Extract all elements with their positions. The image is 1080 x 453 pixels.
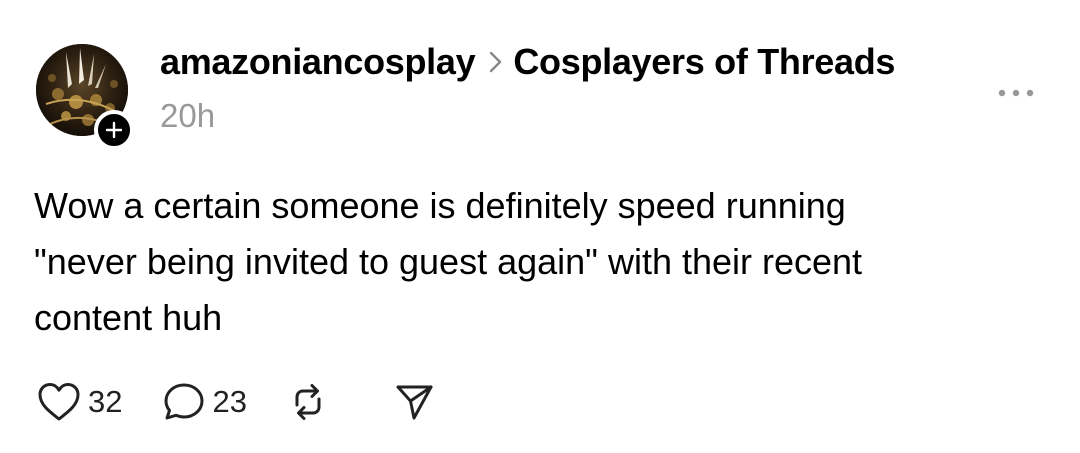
post-header: amazoniancosplay Cosplayers of Threads xyxy=(160,40,895,84)
follow-button[interactable] xyxy=(94,110,134,150)
send-icon xyxy=(393,381,435,423)
repost-icon xyxy=(287,381,329,423)
more-options-button[interactable] xyxy=(994,82,1038,104)
post-timestamp: 20h xyxy=(160,97,216,134)
post-text-line: Wow a certain someone is definitely spee… xyxy=(34,185,846,226)
thread-post: amazoniancosplay Cosplayers of Threads 2… xyxy=(0,0,1080,453)
chevron-right-icon xyxy=(489,50,503,74)
plus-icon xyxy=(105,121,123,139)
reply-button[interactable]: 23 xyxy=(162,381,247,423)
post-text-line: "never being invited to guest again" wit… xyxy=(34,241,863,282)
heart-icon xyxy=(36,381,82,423)
share-button[interactable] xyxy=(393,381,435,423)
like-count: 32 xyxy=(88,384,123,419)
repost-button[interactable] xyxy=(287,381,329,423)
community-link[interactable]: Cosplayers of Threads xyxy=(513,41,895,83)
post-body: Wow a certain someone is definitely spee… xyxy=(34,178,1044,346)
more-horizontal-icon xyxy=(998,89,1034,97)
post-text-line: content huh xyxy=(34,297,223,338)
like-button[interactable]: 32 xyxy=(36,381,122,423)
author-avatar-group[interactable] xyxy=(36,44,134,150)
reply-count: 23 xyxy=(212,384,247,419)
post-actions: 32 23 xyxy=(36,378,475,426)
comment-icon xyxy=(162,381,206,423)
author-username[interactable]: amazoniancosplay xyxy=(160,41,476,83)
